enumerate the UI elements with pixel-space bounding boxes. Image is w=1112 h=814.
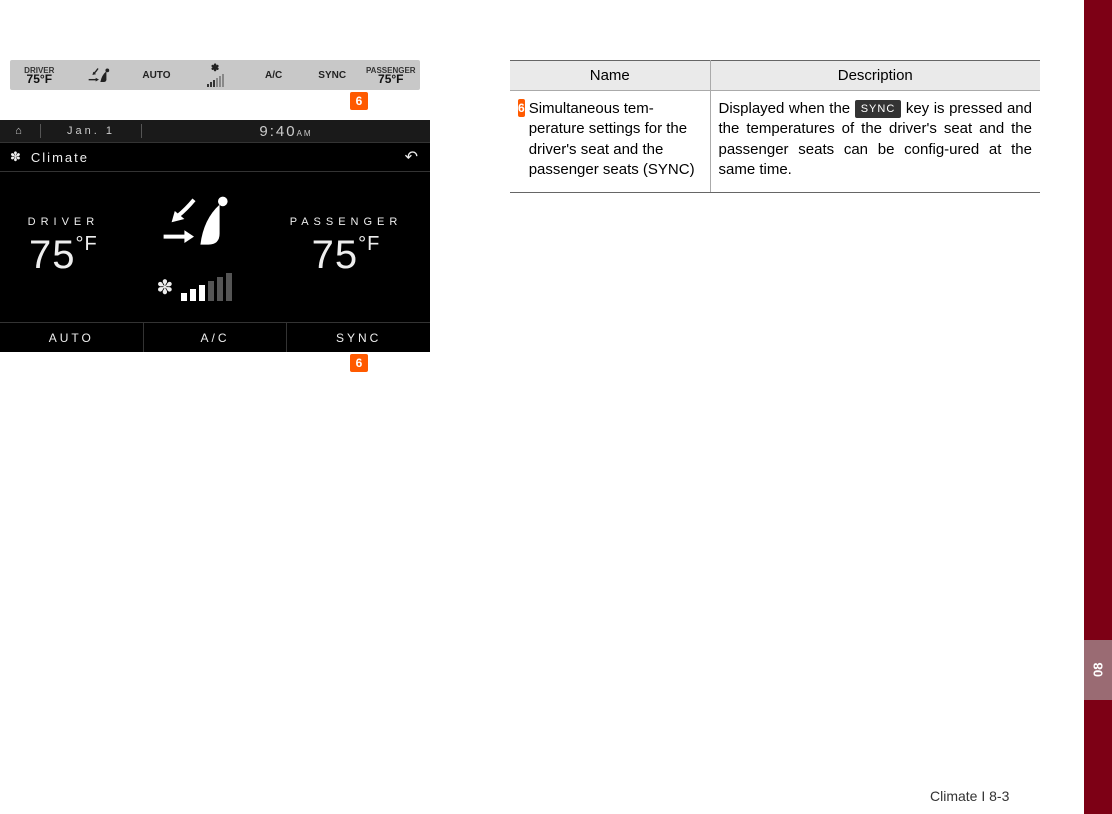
cb-ac: A/C [244,60,303,90]
tab-auto[interactable]: AUTO [0,323,143,352]
climate-bottom-tabs: AUTO A/C SYNC [0,322,430,352]
status-date: Jan. 1 [41,125,141,137]
home-icon[interactable]: ⌂ [0,125,40,137]
cell-desc: Displayed when the SYNC key is pressed a… [710,91,1040,193]
cb-driver-temp: 75°F [27,75,52,84]
fan-level[interactable]: ✽ [157,273,233,301]
climate-screen: ⌂ Jan. 1 9:40AM ✽ Climate ↶ DRIVER 75°F [0,120,430,352]
cb-driver: DRIVER 75°F [10,60,69,90]
marker-full: 6 [350,354,368,372]
th-name: Name [510,61,710,91]
passenger-side: PASSENGER 75°F [290,216,403,278]
sync-key-badge: SYNC [855,100,902,119]
driver-temp[interactable]: 75°F [28,233,100,278]
fan-icon: ✽ [10,149,23,165]
cb-passenger: PASSENGER 75°F [361,60,420,90]
passenger-temp[interactable]: 75°F [290,233,403,278]
status-time: 9:40AM [142,123,430,140]
page-content: DRIVER 75°F AUTO ✽ [0,0,1112,372]
screen-title-bar: ✽ Climate ↶ [0,142,430,172]
cb-airflow-icon [69,60,128,90]
marker-compact: 6 [350,92,368,110]
fan-bars [181,273,232,301]
climate-main: DRIVER 75°F ✽ [0,172,430,322]
chapter-tab: 08 [1084,640,1112,700]
cb-passenger-temp: 75°F [378,75,403,84]
compact-climate-bar: DRIVER 75°F AUTO ✽ [10,60,420,90]
fan-icon: ✽ [157,275,174,300]
passenger-label: PASSENGER [290,216,403,228]
row-name-text: Simultaneous tem-perature settings for t… [529,99,702,180]
cb-sync: SYNC [303,60,362,90]
left-column: DRIVER 75°F AUTO ✽ [0,60,430,372]
back-icon[interactable]: ↶ [405,147,420,167]
driver-side: DRIVER 75°F [28,216,100,278]
tab-ac[interactable]: A/C [143,323,287,352]
fan-bars [207,74,224,87]
screen-title: Climate [31,150,89,165]
driver-label: DRIVER [28,216,100,228]
status-bar: ⌂ Jan. 1 9:40AM [0,120,430,142]
cell-name: 6 Simultaneous tem-perature settings for… [510,91,710,193]
airflow-icon[interactable] [154,193,234,253]
fan-icon: ✽ [211,63,219,74]
table-row: 6 Simultaneous tem-perature settings for… [510,91,1040,193]
climate-center: ✽ [154,193,234,301]
row-marker: 6 [518,99,525,117]
cb-auto: AUTO [127,60,186,90]
cb-fan: ✽ [186,60,245,90]
tab-sync[interactable]: SYNC [286,323,430,352]
th-desc: Description [710,61,1040,91]
right-column: Name Description 6 Simultaneous tem-pera… [510,60,1072,372]
page-footer: Climate I 8-3 [930,788,1009,804]
airflow-icon [84,64,112,86]
description-table: Name Description 6 Simultaneous tem-pera… [510,60,1040,193]
